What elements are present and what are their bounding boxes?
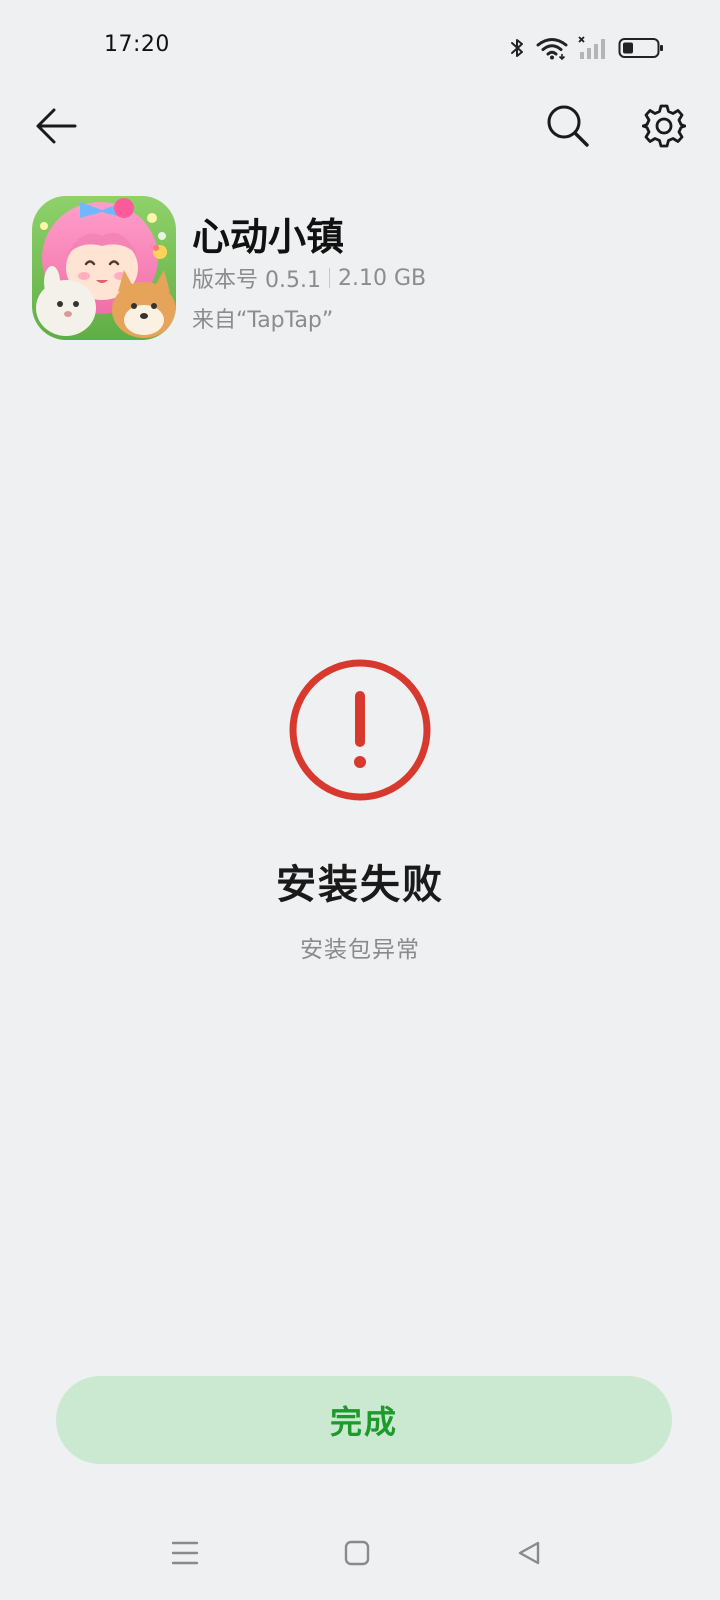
arrow-left-icon <box>34 106 78 150</box>
gear-icon <box>641 104 687 152</box>
search-button[interactable] <box>540 100 596 156</box>
nav-menu-button[interactable] <box>160 1530 210 1580</box>
status-icons <box>508 34 664 62</box>
app-source: 来自“TapTap” <box>192 308 334 333</box>
bluetooth-icon <box>508 36 526 60</box>
error-exclamation-icon <box>0 656 720 804</box>
app-size: 2.10 GB <box>337 265 427 291</box>
home-icon <box>343 1539 371 1571</box>
app-name: 心动小镇 <box>192 215 345 259</box>
done-button[interactable]: 完成 <box>56 1376 672 1464</box>
result-reason: 安装包异常 <box>300 937 420 963</box>
meta-divider <box>328 268 330 288</box>
menu-icon <box>171 1540 199 1570</box>
status-bar: 17:20 <box>0 0 720 96</box>
app-meta: 版本号 0.5.1 2.10 GB <box>192 262 426 294</box>
battery-icon <box>618 36 664 60</box>
navigation-bar <box>0 1520 720 1590</box>
settings-button[interactable] <box>636 100 692 156</box>
wifi-icon <box>536 36 568 60</box>
nav-back-button[interactable] <box>504 1530 554 1580</box>
result-title: 安装失败 <box>276 862 444 908</box>
app-version: 版本号 0.5.1 <box>192 268 321 293</box>
app-info: 心动小镇 版本号 0.5.1 2.10 GB 来自“TapTap” <box>32 196 692 342</box>
status-time: 17:20 <box>104 32 170 57</box>
top-bar <box>0 96 720 162</box>
app-icon <box>32 196 176 340</box>
result-area: 安装失败 安装包异常 <box>0 656 720 964</box>
signal-icon <box>578 36 608 60</box>
search-icon <box>546 104 590 152</box>
nav-home-button[interactable] <box>332 1530 382 1580</box>
back-button[interactable] <box>28 100 84 156</box>
back-triangle-icon <box>515 1539 543 1571</box>
